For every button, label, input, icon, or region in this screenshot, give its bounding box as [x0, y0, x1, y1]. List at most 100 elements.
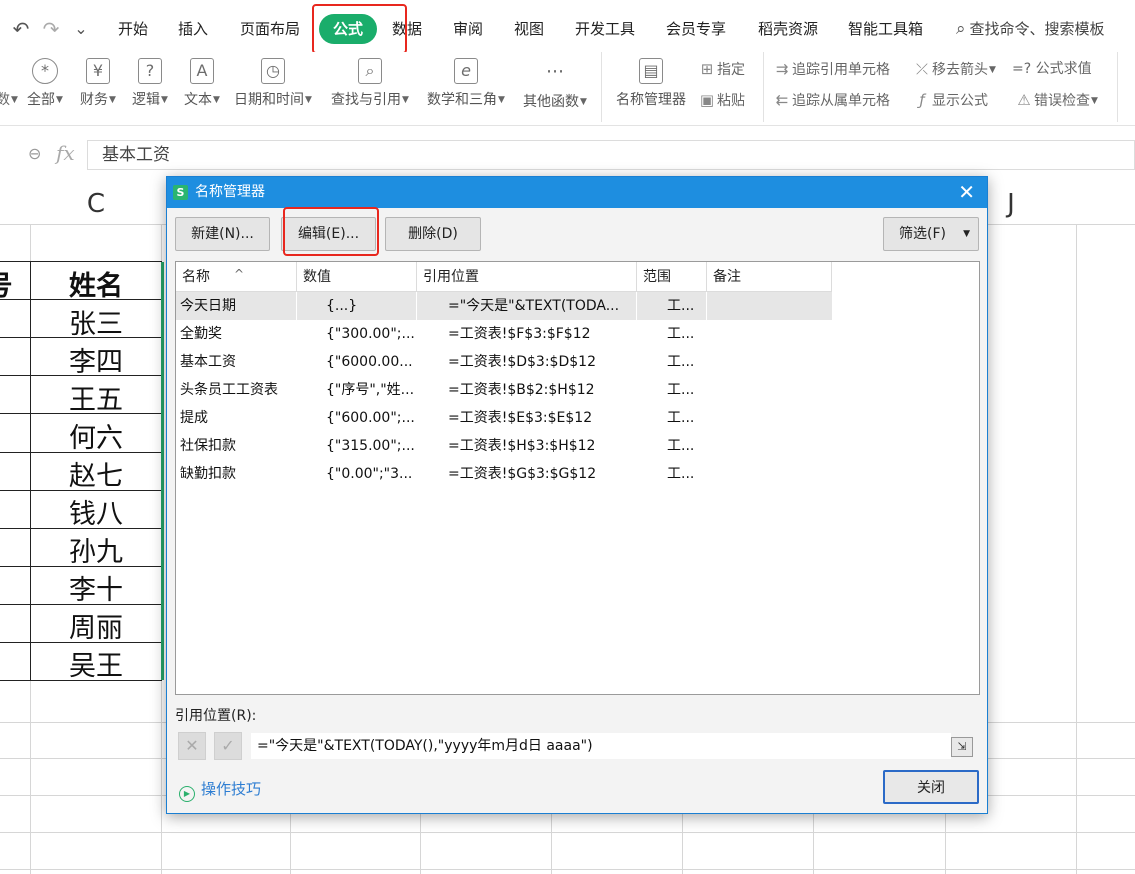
search-icon: ⌕: [956, 19, 966, 39]
more-dots-icon: ···: [545, 61, 565, 83]
name-cell[interactable]: 赵七: [31, 454, 161, 493]
close-icon[interactable]: ✕: [958, 177, 975, 208]
range-picker-icon[interactable]: ⇲: [951, 737, 973, 757]
ribbon: 数▼ * 全部▼ ¥ 财务▼ ? 逻辑▼ A 文本▼ ◷ 日期和时间▼ ⌕ 查找…: [0, 52, 1135, 126]
name-cell[interactable]: 孙九: [31, 530, 161, 569]
search-label: 查找命令、搜索模板: [969, 20, 1105, 38]
tab-page-layout[interactable]: 页面布局: [240, 12, 300, 46]
list-row[interactable]: 缺勤扣款 {"0.00";"3... =工资表!$G$3:$G$12 工...: [176, 460, 832, 488]
header-cell-name[interactable]: 姓名: [31, 264, 161, 303]
tab-view[interactable]: 视图: [514, 12, 544, 46]
lookup-functions-button[interactable]: ⌕ 查找与引用▼: [326, 58, 414, 116]
column-header-scope[interactable]: 范围: [637, 262, 707, 292]
partial-ribbon-button[interactable]: 数▼: [0, 88, 18, 112]
selection-border: [161, 262, 165, 680]
dialog-title: 名称管理器: [195, 184, 265, 200]
logical-functions-button[interactable]: ? 逻辑▼: [126, 58, 174, 116]
grid-line: [1076, 224, 1077, 874]
column-header-c[interactable]: C: [31, 184, 161, 224]
tab-developer[interactable]: 开发工具: [575, 12, 635, 46]
undo-icon[interactable]: ↶: [10, 16, 32, 42]
highlight-formulas-tab: [312, 4, 407, 54]
name-cell[interactable]: 李十: [31, 568, 161, 607]
delete-button[interactable]: 删除(D): [385, 217, 481, 251]
tab-smart-toolbox[interactable]: 智能工具箱: [848, 12, 923, 46]
paste-name-button[interactable]: ▣ 粘贴: [697, 88, 745, 112]
tab-docer-resources[interactable]: 稻壳资源: [758, 12, 818, 46]
name-cell[interactable]: 何六: [31, 416, 161, 455]
yen-icon: ¥: [86, 58, 110, 84]
name-cell[interactable]: 吴王: [31, 644, 161, 683]
list-row[interactable]: 头条员工工资表 {"序号","姓... =工资表!$B$2:$H$12 工...: [176, 376, 832, 404]
warning-icon: ⚠: [1017, 91, 1031, 109]
name-manager-button[interactable]: ▤ 名称管理器: [610, 58, 692, 116]
redo-icon[interactable]: ↷: [40, 16, 62, 42]
show-formulas-button[interactable]: ƒ 显示公式: [912, 88, 988, 112]
question-icon: ?: [138, 58, 162, 84]
clock-icon: ◷: [261, 58, 285, 84]
header-cell-partial[interactable]: 号: [0, 264, 14, 303]
wps-logo-icon: S: [173, 185, 188, 200]
assign-name-button[interactable]: ⊞ 指定: [697, 57, 745, 81]
fx-icon[interactable]: fx: [56, 141, 75, 165]
customize-quick-access-icon[interactable]: ⌄: [70, 16, 92, 42]
financial-functions-button[interactable]: ¥ 财务▼: [74, 58, 122, 116]
dropdown-arrow-icon: ▼: [963, 229, 970, 239]
column-header-name[interactable]: 名称 ^: [176, 262, 297, 292]
trace-precedents-icon: ⇉: [775, 60, 789, 78]
text-functions-button[interactable]: A 文本▼: [178, 58, 226, 116]
zoom-icon[interactable]: ⊖: [28, 144, 41, 163]
table-border: [0, 261, 162, 262]
confirm-edit-icon[interactable]: ✓: [214, 732, 242, 760]
close-button[interactable]: 关闭: [883, 770, 979, 804]
tab-member[interactable]: 会员专享: [666, 12, 726, 46]
name-cell[interactable]: 李四: [31, 340, 161, 379]
name-cell[interactable]: 周丽: [31, 606, 161, 645]
list-row[interactable]: 提成 {"600.00";... =工资表!$E$3:$E$12 工...: [176, 404, 832, 432]
play-icon: ▶: [179, 786, 195, 802]
tab-insert[interactable]: 插入: [178, 12, 208, 46]
dialog-title-bar[interactable]: S 名称管理器 ✕: [167, 177, 987, 208]
name-cell[interactable]: 钱八: [31, 492, 161, 531]
date-time-functions-button[interactable]: ◷ 日期和时间▼: [230, 58, 316, 116]
ribbon-separator: [763, 52, 764, 122]
remove-arrows-icon: ⤫: [915, 60, 928, 78]
name-manager-dialog: S 名称管理器 ✕ 新建(N)... 编辑(E)... 删除(D) 筛选(F) ▼…: [166, 176, 988, 814]
formula-input[interactable]: 基本工资: [87, 140, 1135, 170]
cancel-edit-icon[interactable]: ✕: [178, 732, 206, 760]
trace-precedents-button[interactable]: ⇉ 追踪引用单元格: [772, 57, 890, 81]
grid-line: [0, 832, 1135, 833]
text-a-icon: A: [190, 58, 214, 84]
names-list[interactable]: 名称 ^ 数值 引用位置 范围 备注 今天日期 {...} ="今天是"&TEXT…: [175, 261, 980, 695]
search-commands[interactable]: ⌕ 查找命令、搜索模板: [956, 12, 1105, 46]
trace-dependents-button[interactable]: ⇇ 追踪从属单元格: [772, 88, 890, 112]
paste-icon: ▣: [699, 91, 715, 109]
grid-line: [0, 869, 1135, 870]
column-header-comment[interactable]: 备注: [707, 262, 832, 292]
error-check-button[interactable]: ⚠ 错误检查▼: [1014, 88, 1098, 112]
new-button[interactable]: 新建(N)...: [175, 217, 270, 251]
list-row[interactable]: 全勤奖 {"300.00";... =工资表!$F$3:$F$12 工...: [176, 320, 832, 348]
list-row[interactable]: 社保扣款 {"315.00";... =工资表!$H$3:$H$12 工...: [176, 432, 832, 460]
refers-to-label: 引用位置(R):: [175, 708, 257, 724]
evaluate-formula-button[interactable]: =? 公式求值: [1012, 57, 1092, 81]
tips-link[interactable]: ▶ 操作技巧: [179, 778, 261, 802]
filter-button[interactable]: 筛选(F) ▼: [883, 217, 979, 251]
math-e-icon: e: [454, 58, 478, 84]
refers-to-input[interactable]: ="今天是"&TEXT(TODAY(),"yyyy年m月d日 aaaa"): [251, 733, 951, 759]
ribbon-separator: [601, 52, 602, 122]
column-header-value[interactable]: 数值: [297, 262, 417, 292]
tab-review[interactable]: 审阅: [453, 12, 483, 46]
remove-arrows-button[interactable]: ⤫ 移去箭头▼: [912, 57, 996, 81]
ribbon-separator: [1117, 52, 1118, 122]
name-manager-icon: ▤: [639, 58, 663, 84]
all-functions-button[interactable]: * 全部▼: [22, 58, 68, 116]
name-cell[interactable]: 张三: [31, 302, 161, 341]
column-header-refers-to[interactable]: 引用位置: [417, 262, 637, 292]
list-row[interactable]: 基本工资 {"6000.00... =工资表!$D$3:$D$12 工...: [176, 348, 832, 376]
math-trig-functions-button[interactable]: e 数学和三角▼: [422, 58, 510, 116]
list-row[interactable]: 今天日期 {...} ="今天是"&TEXT(TODA... 工...: [176, 292, 832, 320]
tab-home[interactable]: 开始: [118, 12, 148, 46]
other-functions-button[interactable]: ··· 其他函数▼: [518, 58, 592, 116]
name-cell[interactable]: 王五: [31, 378, 161, 417]
